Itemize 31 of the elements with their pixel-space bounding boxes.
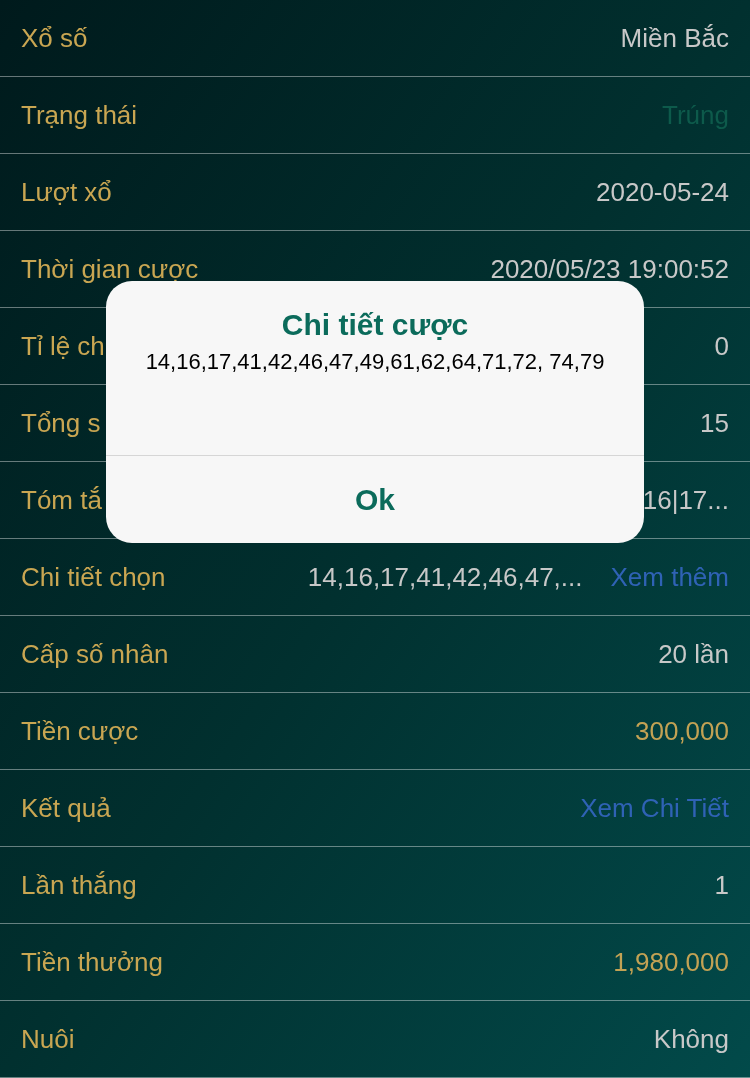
field-value: 2020-05-24	[596, 175, 729, 209]
see-more-link[interactable]: Xem thêm	[610, 557, 729, 597]
field-label: Nuôi	[21, 1022, 75, 1056]
field-label: Thời gian cược	[21, 252, 199, 286]
field-label: Lần thắng	[21, 868, 137, 902]
details-link[interactable]: Xem Chi Tiết	[580, 788, 729, 828]
field-value: 20 lần	[658, 637, 729, 671]
field-label: Cấp số nhân	[21, 637, 169, 671]
ok-button[interactable]: Ok	[106, 456, 644, 543]
field-label: Tiền thưởng	[21, 945, 163, 979]
field-value: Không	[653, 1022, 729, 1056]
field-value: 15	[700, 406, 729, 440]
field-value: 300,000	[635, 714, 729, 748]
field-value: 1	[714, 868, 729, 902]
field-label: Tóm tắ	[21, 483, 102, 517]
field-label: Lượt xổ	[21, 175, 112, 209]
field-value: 1,980,000	[613, 945, 729, 979]
field-label: Chi tiết chọn	[21, 560, 166, 594]
field-label: Trạng thái	[21, 98, 138, 132]
field-label: Tổng s	[21, 406, 101, 440]
field-label: Kết quả	[21, 791, 111, 825]
dialog-message: 14,16,17,41,42,46,47,49,61,62,64,71,72, 74,79	[144, 348, 606, 376]
field-value: 16|17...	[642, 483, 729, 517]
field-label: Tiền cược	[21, 714, 139, 748]
field-value: Miền Bắc	[620, 21, 729, 55]
field-value: 0	[714, 329, 729, 363]
field-label: Tỉ lệ ch	[21, 329, 105, 363]
field-value: 2020/05/23 19:00:52	[490, 252, 729, 286]
dialog-title: Chi tiết cược	[281, 307, 469, 343]
field-label: Xổ số	[21, 21, 88, 55]
field-value: 14,16,17,41,42,46,47,...	[307, 560, 583, 594]
